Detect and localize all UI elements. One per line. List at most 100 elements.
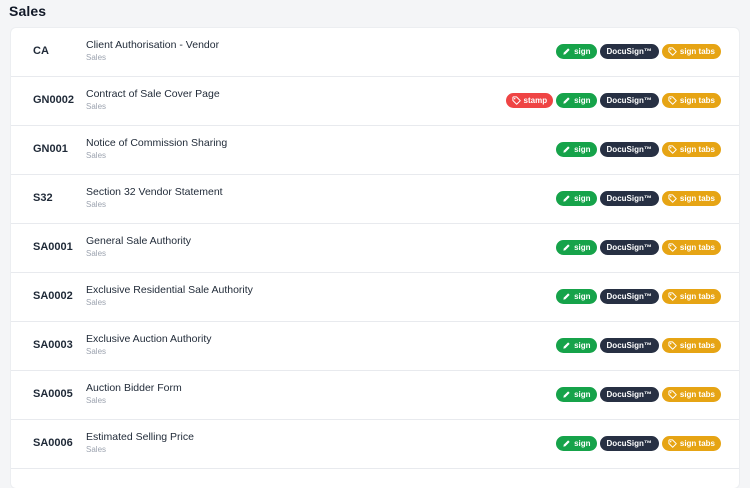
tag-icon — [668, 341, 677, 350]
document-name[interactable]: Estimated Selling Price — [86, 431, 194, 444]
document-row[interactable]: SA0001 General Sale Authority Sales sign… — [11, 224, 739, 273]
document-name[interactable]: Client Authorisation - Vendor — [86, 39, 219, 52]
sign-tabs-button[interactable]: sign tabs — [661, 289, 721, 304]
document-name[interactable]: Notice of Commission Sharing — [86, 137, 227, 150]
document-actions: sign DocuSign™ sign tabs — [556, 436, 721, 451]
docusign-button[interactable]: DocuSign™ — [599, 387, 659, 402]
document-row[interactable]: GN0002 Contract of Sale Cover Page Sales… — [11, 77, 739, 126]
docusign-button[interactable]: DocuSign™ — [599, 44, 659, 59]
pencil-icon — [562, 145, 571, 154]
section-title: Sales — [9, 3, 47, 19]
document-row[interactable]: CA Client Authorisation - Vendor Sales s… — [11, 28, 739, 77]
docusign-button[interactable]: DocuSign™ — [599, 93, 659, 108]
document-code: SA0003 — [33, 339, 73, 351]
sign-tabs-label: sign tabs — [679, 390, 715, 399]
document-row[interactable]: S32 Section 32 Vendor Statement Sales si… — [11, 175, 739, 224]
document-info: Section 32 Vendor Statement Sales — [86, 186, 223, 210]
sign-button[interactable]: sign — [556, 289, 597, 304]
tag-icon — [668, 243, 677, 252]
sign-button[interactable]: sign — [556, 142, 597, 157]
document-actions: sign DocuSign™ sign tabs — [556, 338, 721, 353]
sign-label: sign — [574, 292, 591, 301]
sign-label: sign — [574, 243, 591, 252]
sign-button[interactable]: sign — [556, 44, 597, 59]
document-category: Sales — [86, 102, 107, 111]
document-row[interactable]: SA0002 Exclusive Residential Sale Author… — [11, 273, 739, 322]
docusign-button[interactable]: DocuSign™ — [599, 289, 659, 304]
sign-tabs-label: sign tabs — [679, 292, 715, 301]
sign-label: sign — [574, 47, 591, 56]
docusign-label: DocuSign™ — [606, 47, 652, 56]
pencil-icon — [562, 243, 571, 252]
sign-tabs-button[interactable]: sign tabs — [661, 142, 721, 157]
document-row[interactable]: SA0006 Estimated Selling Price Sales sig… — [11, 420, 739, 469]
docusign-label: DocuSign™ — [606, 243, 652, 252]
tag-icon — [668, 47, 677, 56]
sign-label: sign — [574, 341, 591, 350]
pencil-icon — [562, 390, 571, 399]
document-name[interactable]: Exclusive Residential Sale Authority — [86, 284, 253, 297]
stamp-button[interactable]: stamp — [505, 93, 554, 108]
sign-tabs-button[interactable]: sign tabs — [661, 44, 721, 59]
sign-button[interactable]: sign — [556, 240, 597, 255]
sign-tabs-button[interactable]: sign tabs — [661, 338, 721, 353]
docusign-button[interactable]: DocuSign™ — [599, 240, 659, 255]
document-name[interactable]: Section 32 Vendor Statement — [86, 186, 223, 199]
sign-button[interactable]: sign — [556, 93, 597, 108]
sign-tabs-label: sign tabs — [679, 439, 715, 448]
docusign-button[interactable]: DocuSign™ — [599, 436, 659, 451]
sign-label: sign — [574, 390, 591, 399]
document-row[interactable]: SA0003 Exclusive Auction Authority Sales… — [11, 322, 739, 371]
document-code: SA0002 — [33, 290, 73, 302]
sign-tabs-button[interactable]: sign tabs — [661, 93, 721, 108]
document-actions: sign DocuSign™ sign tabs — [556, 44, 721, 59]
sign-tabs-button[interactable]: sign tabs — [661, 240, 721, 255]
document-category: Sales — [86, 53, 107, 62]
sign-tabs-label: sign tabs — [679, 341, 715, 350]
sign-tabs-label: sign tabs — [679, 145, 715, 154]
sign-tabs-label: sign tabs — [679, 47, 715, 56]
document-code: SA0005 — [33, 388, 73, 400]
docusign-button[interactable]: DocuSign™ — [599, 338, 659, 353]
sign-tabs-label: sign tabs — [679, 96, 715, 105]
sign-button[interactable]: sign — [556, 387, 597, 402]
document-name[interactable]: Contract of Sale Cover Page — [86, 88, 220, 101]
sign-label: sign — [574, 145, 591, 154]
document-category: Sales — [86, 347, 107, 356]
document-actions: stamp sign DocuSign™ sign tabs — [505, 93, 721, 108]
docusign-button[interactable]: DocuSign™ — [599, 142, 659, 157]
document-category: Sales — [86, 445, 107, 454]
docusign-label: DocuSign™ — [606, 145, 652, 154]
sign-button[interactable]: sign — [556, 338, 597, 353]
tag-icon — [668, 194, 677, 203]
documents-list: CA Client Authorisation - Vendor Sales s… — [11, 28, 739, 488]
document-code: GN001 — [33, 143, 68, 155]
document-info: Exclusive Auction Authority Sales — [86, 333, 211, 357]
document-row[interactable]: GN001 Notice of Commission Sharing Sales… — [11, 126, 739, 175]
docusign-button[interactable]: DocuSign™ — [599, 191, 659, 206]
sign-tabs-label: sign tabs — [679, 194, 715, 203]
sign-label: sign — [574, 96, 591, 105]
stamp-label: stamp — [523, 96, 548, 105]
sign-button[interactable]: sign — [556, 191, 597, 206]
sign-tabs-button[interactable]: sign tabs — [661, 191, 721, 206]
document-category: Sales — [86, 396, 107, 405]
document-name[interactable]: Exclusive Auction Authority — [86, 333, 211, 346]
docusign-label: DocuSign™ — [606, 390, 652, 399]
sign-tabs-button[interactable]: sign tabs — [661, 387, 721, 402]
pencil-icon — [562, 96, 571, 105]
document-code: SA0006 — [33, 437, 73, 449]
document-category: Sales — [86, 200, 107, 209]
sign-button[interactable]: sign — [556, 436, 597, 451]
pencil-icon — [562, 439, 571, 448]
document-name[interactable]: General Sale Authority — [86, 235, 191, 248]
document-row[interactable]: SA0005 Auction Bidder Form Sales sign Do… — [11, 371, 739, 420]
sign-tabs-button[interactable]: sign tabs — [661, 436, 721, 451]
sign-label: sign — [574, 439, 591, 448]
document-actions: sign DocuSign™ sign tabs — [556, 240, 721, 255]
document-name[interactable]: Auction Bidder Form — [86, 382, 182, 395]
document-code: S32 — [33, 192, 53, 204]
document-actions: sign DocuSign™ sign tabs — [556, 142, 721, 157]
docusign-label: DocuSign™ — [606, 292, 652, 301]
pencil-icon — [562, 341, 571, 350]
